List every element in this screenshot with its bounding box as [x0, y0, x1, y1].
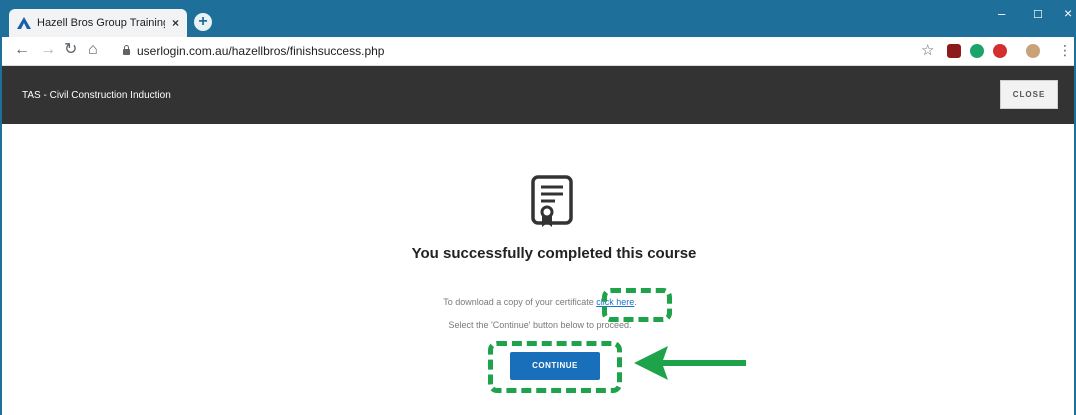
window-frame [0, 0, 1076, 415]
